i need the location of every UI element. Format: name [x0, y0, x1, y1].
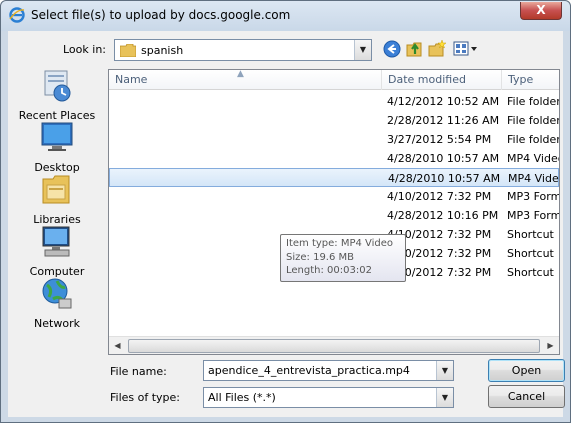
file-date-cell: 2/28/2012 11:26 AM	[387, 114, 500, 127]
files-of-type-value: All Files (*.*)	[208, 391, 276, 404]
desktop-icon	[41, 122, 73, 151]
file-row[interactable]: apendice_4_entrevista_practica.mp44/28/2…	[109, 168, 559, 187]
file-list[interactable]: ▲ Name Date modified Type business-spani…	[108, 69, 560, 355]
column-header: ▲ Name Date modified Type	[109, 70, 559, 90]
file-date-cell: 4/10/2012 7:32 PM	[387, 190, 492, 203]
file-row[interactable]: spanish-for-law-enforcement-student-rush…	[109, 130, 559, 149]
file-row[interactable]: span2211-spanish-for-law-enforcement2/28…	[109, 111, 559, 130]
file-type-cell: File folder	[507, 95, 560, 108]
file-type-cell: MP4 Video	[508, 172, 560, 185]
tooltip-size: Size: 19.6 MB	[286, 251, 355, 263]
file-date-cell: 4/28/2012 10:16 PM	[387, 209, 499, 222]
file-type-cell: MP3 Format	[507, 209, 559, 222]
look-in-label: Look in:	[63, 43, 106, 56]
file-type-cell: MP3 Format	[507, 190, 559, 203]
computer-icon	[42, 226, 70, 257]
scrollbar-thumb[interactable]	[128, 339, 540, 353]
column-name[interactable]: ▲ Name	[109, 70, 382, 90]
file-row[interactable]: apendice_4_entrevista_practica.mp34/28/2…	[109, 206, 559, 225]
back-icon[interactable]	[383, 40, 401, 58]
column-date-modified[interactable]: Date modified	[382, 70, 502, 90]
tooltip-length: Length: 00:03:02	[286, 265, 372, 276]
files-of-type-label: Files of type:	[110, 391, 181, 404]
place-recent-places[interactable]: Recent Places	[8, 69, 106, 122]
file-name-field[interactable]: apendice_4_entrevista_practica.mp4 ▼	[203, 360, 454, 381]
chevron-down-icon[interactable]: ▼	[436, 361, 453, 380]
folder-icon	[120, 44, 136, 57]
column-date-label: Date modified	[388, 73, 466, 86]
scroll-right-icon[interactable]: ▶	[542, 338, 559, 354]
file-date-cell: 4/28/2010 10:57 AM	[388, 172, 501, 185]
file-name-label: File name:	[110, 365, 167, 378]
column-type[interactable]: Type	[502, 70, 559, 90]
file-type-cell: File folder	[507, 114, 560, 127]
file-type-cell: Shortcut	[507, 266, 554, 279]
scroll-left-icon[interactable]: ◀	[109, 338, 126, 354]
sort-up-icon: ▲	[237, 69, 244, 79]
dialog-body: Look in: spanish ▼ Recent Places Desktop…	[8, 31, 565, 417]
place-libraries[interactable]: Libraries	[8, 173, 106, 226]
view-menu-icon[interactable]	[453, 40, 479, 58]
libraries-icon	[42, 175, 70, 204]
file-date-cell: 4/28/2010 10:57 AM	[387, 152, 500, 165]
look-in-value: spanish	[141, 44, 184, 57]
up-folder-icon[interactable]	[406, 40, 424, 58]
file-date-cell: 4/12/2012 10:52 AM	[387, 95, 500, 108]
open-button[interactable]: Open	[488, 359, 565, 382]
file-name-value[interactable]: apendice_4_entrevista_practica.mp4	[208, 364, 410, 377]
file-type-cell: MP4 Video	[507, 152, 560, 165]
file-upload-dialog: Select file(s) to upload by docs.google.…	[0, 0, 571, 423]
column-name-label: Name	[115, 73, 148, 86]
file-info-tooltip: Item type: MP4 Video Size: 19.6 MB Lengt…	[280, 234, 406, 282]
horizontal-scrollbar[interactable]: ◀ ▶	[109, 336, 559, 354]
window-title: Select file(s) to upload by docs.google.…	[31, 8, 291, 22]
place-computer[interactable]: Computer	[8, 225, 106, 278]
cancel-button[interactable]: Cancel	[488, 385, 565, 408]
file-date-cell: 3/27/2012 5:54 PM	[387, 133, 492, 146]
internet-explorer-icon	[9, 7, 25, 23]
column-type-label: Type	[508, 73, 534, 86]
new-folder-icon[interactable]	[428, 40, 446, 58]
file-row[interactable]: apendice_4_entrevista_practica - ori.mp4…	[109, 149, 559, 168]
place-desktop[interactable]: Desktop	[8, 121, 106, 174]
close-button[interactable]: X	[520, 2, 562, 20]
files-of-type-dropdown[interactable]: All Files (*.*) ▼	[203, 387, 454, 408]
network-icon	[42, 278, 72, 309]
file-type-cell: Shortcut	[507, 228, 554, 241]
title-bar[interactable]: Select file(s) to upload by docs.google.…	[1, 1, 570, 31]
file-type-cell: Shortcut	[507, 247, 554, 260]
tooltip-item-type: Item type: MP4 Video	[286, 238, 394, 249]
place-network[interactable]: Network	[8, 277, 106, 330]
recent-places-icon	[44, 70, 71, 102]
file-type-cell: File folder	[507, 133, 560, 146]
places-bar: Recent Places Desktop Libraries Computer…	[8, 67, 106, 347]
chevron-down-icon[interactable]: ▼	[436, 388, 453, 407]
chevron-down-icon[interactable]: ▼	[354, 40, 371, 60]
place-label: Network	[34, 317, 80, 330]
look-in-dropdown[interactable]: spanish ▼	[114, 39, 372, 61]
file-row[interactable]: apendice_4_entrevista_practica-job-inter…	[109, 187, 559, 206]
file-row[interactable]: business-spanish4/12/2012 10:52 AMFile f…	[109, 92, 559, 111]
